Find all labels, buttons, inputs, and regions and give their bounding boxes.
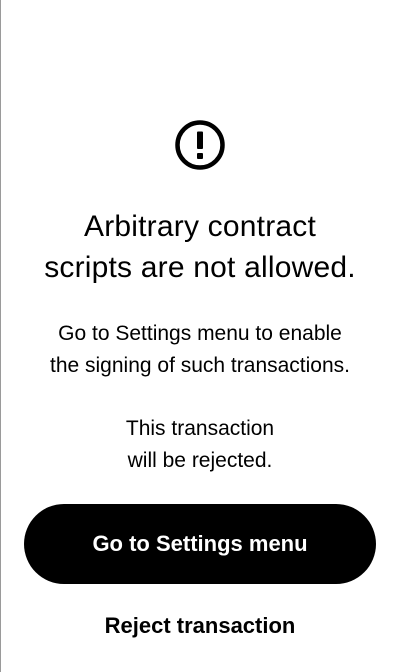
warning-title-line-1: Arbitrary contract [84,210,316,243]
warning-title-line-2: scripts are not allowed. [44,251,356,284]
rejection-notice-line-1: This transaction [125,417,275,440]
rejection-notice-line-2: will be rejected. [127,449,273,472]
exclamation-circle-icon [175,120,225,170]
go-to-settings-button[interactable]: Go to Settings menu [24,504,376,584]
warning-description-line-2: the signing of such transactions. [49,354,350,377]
warning-title: Arbitrary contract scripts are not allow… [0,206,400,288]
reject-transaction-button[interactable]: Reject transaction [60,608,340,644]
warning-description-line-1: Go to Settings menu to enable [58,322,342,345]
rejection-notice: This transaction will be rejected. [0,413,400,477]
warning-description: Go to Settings menu to enable the signin… [0,318,400,382]
